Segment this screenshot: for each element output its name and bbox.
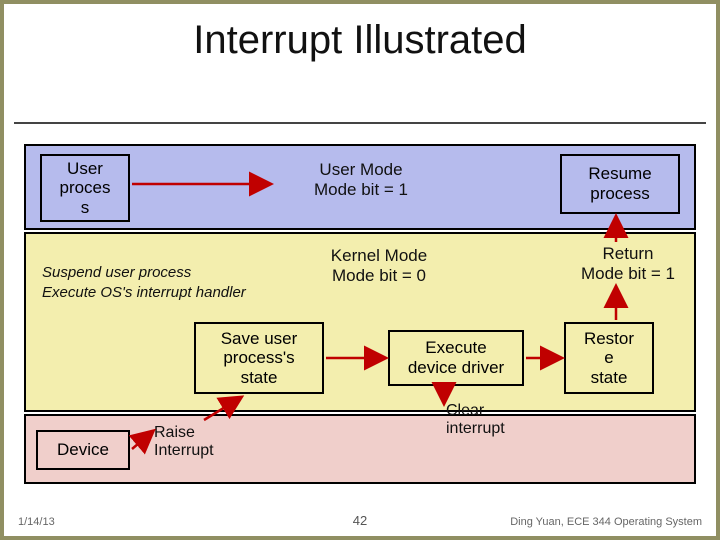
user-mode-line1: User Mode <box>276 160 446 180</box>
slide-title: Interrupt Illustrated <box>4 18 716 63</box>
user-mode-line2: Mode bit = 1 <box>276 180 446 200</box>
device-box: Device <box>36 430 130 470</box>
save-state-label: Save userprocess'sstate <box>221 329 298 388</box>
kernel-mode-heading: Kernel Mode Mode bit = 0 <box>294 246 464 285</box>
exec-handler-note: Execute OS's interrupt handler <box>42 284 342 301</box>
user-process-box: Userprocess <box>40 154 130 222</box>
exec-driver-label: Executedevice driver <box>408 338 504 377</box>
return-line2: Mode bit = 1 <box>560 264 696 284</box>
raise-interrupt-label: RaiseInterrupt <box>154 424 274 461</box>
restore-state-box: Restorestate <box>564 322 654 394</box>
resume-process-box: Resumeprocess <box>560 154 680 214</box>
kernel-mode-line1: Kernel Mode <box>294 246 464 266</box>
user-mode-heading: User Mode Mode bit = 1 <box>276 160 446 199</box>
title-divider <box>14 122 706 124</box>
resume-process-label: Resumeprocess <box>588 164 651 203</box>
return-heading: Return Mode bit = 1 <box>560 244 696 283</box>
kernel-mode-line2: Mode bit = 0 <box>294 266 464 286</box>
footer-source: Ding Yuan, ECE 344 Operating System <box>510 516 702 528</box>
user-process-label: Userprocess <box>59 159 110 218</box>
suspend-note: Suspend user process <box>42 264 302 281</box>
device-label: Device <box>57 440 109 460</box>
clear-interrupt-label: Clearinterrupt <box>446 402 556 439</box>
save-state-box: Save userprocess'sstate <box>194 322 324 394</box>
return-line1: Return <box>560 244 696 264</box>
restore-state-label: Restorestate <box>584 329 634 388</box>
exec-driver-box: Executedevice driver <box>388 330 524 386</box>
slide: Interrupt Illustrated Userprocess Resume… <box>0 0 720 540</box>
